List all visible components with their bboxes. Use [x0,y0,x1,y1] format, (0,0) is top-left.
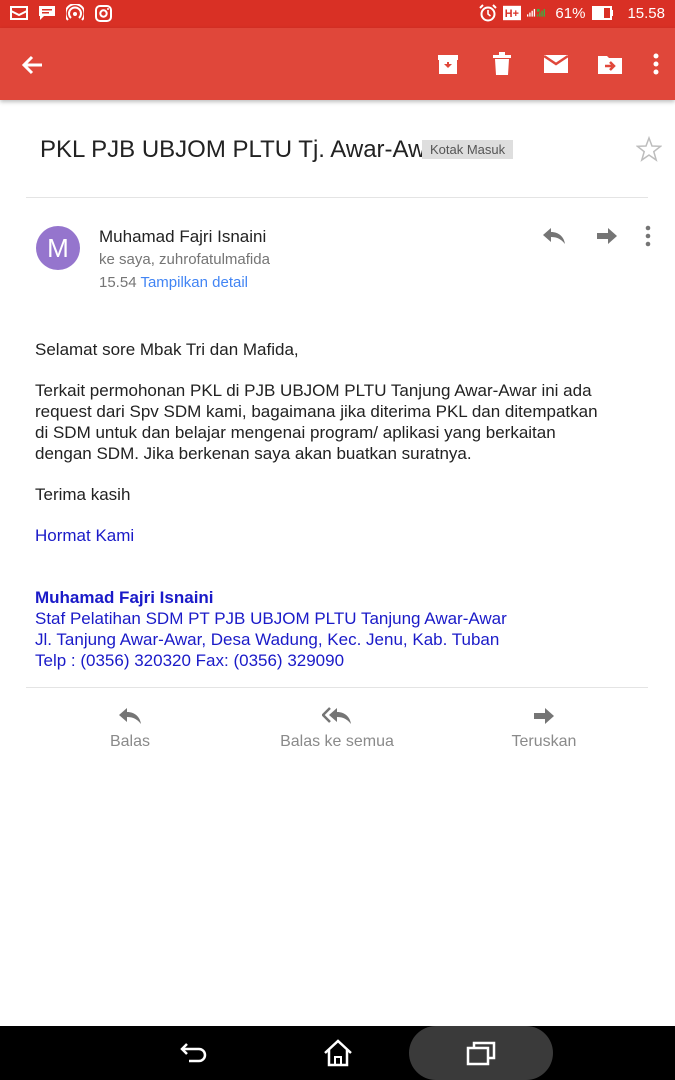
mail-icon [10,4,28,22]
battery-percent: 61% [555,4,586,22]
forward-icon[interactable] [594,224,620,248]
signature-name: Muhamad Fajri Isnaini [35,588,214,607]
body-line: di SDM untuk dan belajar mengenai progra… [35,423,556,442]
svg-text:H+: H+ [505,8,519,20]
closing: Hormat Kami [35,526,135,545]
recipients: ke saya, zuhrofatulmafida [99,251,270,268]
signature-phone: Telp : (0356) 320320 Fax: (0356) 329090 [35,651,345,670]
delete-icon[interactable] [487,48,517,80]
home-nav-icon[interactable] [321,1036,355,1070]
reply-label: Balas [109,733,151,750]
reply-icon [60,703,200,729]
move-icon[interactable] [595,48,625,80]
reply-button[interactable]: Balas [60,703,200,751]
sender-name: Muhamad Fajri Isnaini [99,227,267,246]
forward-button[interactable]: Teruskan [474,703,614,751]
label-badge[interactable]: Kotak Masuk [422,140,514,159]
star-icon[interactable] [635,135,663,162]
reply-icon[interactable] [541,224,567,248]
battery-icon [591,4,615,22]
instagram-icon [94,4,112,22]
reply-all-icon [267,703,407,729]
archive-icon[interactable] [433,48,463,80]
more-vert-icon[interactable] [649,48,663,80]
mark-unread-icon[interactable] [541,48,571,80]
show-details-link[interactable]: Tampilkan detail [140,274,248,291]
clock: 15.58 [627,4,665,22]
status-bar: H+ 61% 15.58 [0,0,675,28]
chat-icon [38,4,56,22]
thanks: Terima kasih [35,485,131,504]
recents-nav-icon[interactable] [464,1036,498,1070]
body-paragraph: Terkait permohonan PKL di PJB UBJOM PLTU… [35,380,598,464]
arrow-left-icon[interactable] [18,50,48,80]
message-time: 15.54 [99,274,137,291]
forward-icon [474,703,614,729]
message-time-row: 15.54 Tampilkan detail [99,274,248,291]
divider [26,687,648,688]
body-line: request dari Spv SDM kami, bagaimana jik… [35,402,598,421]
divider [26,197,648,198]
greeting: Selamat sore Mbak Tri dan Mafida, [35,340,299,359]
hotspot-icon [66,4,84,22]
app-bar [0,28,675,100]
avatar[interactable]: M [36,226,80,270]
back-nav-icon[interactable] [177,1036,211,1070]
navigation-bar [0,1026,675,1080]
signature-address: Jl. Tanjung Awar-Awar, Desa Wadung, Kec.… [35,630,500,649]
hplus-icon: H+ [503,4,522,22]
reply-all-label: Balas ke semua [280,733,394,750]
message-more-icon[interactable] [635,224,661,248]
signature: Muhamad Fajri Isnaini Staf Pelatihan SDM… [35,587,507,671]
body-line: dengan SDM. Jika berkenan saya akan buat… [35,444,472,463]
body-line: Terkait permohonan PKL di PJB UBJOM PLTU… [35,381,592,400]
signal-icon [527,4,546,22]
alarm-icon [479,4,498,22]
email-subject: PKL PJB UBJOM PLTU Tj. Awar-Awar [40,136,447,163]
signature-title: Staf Pelatihan SDM PT PJB UBJOM PLTU Tan… [35,609,507,628]
forward-label: Teruskan [511,733,577,750]
reply-all-button[interactable]: Balas ke semua [267,703,407,751]
